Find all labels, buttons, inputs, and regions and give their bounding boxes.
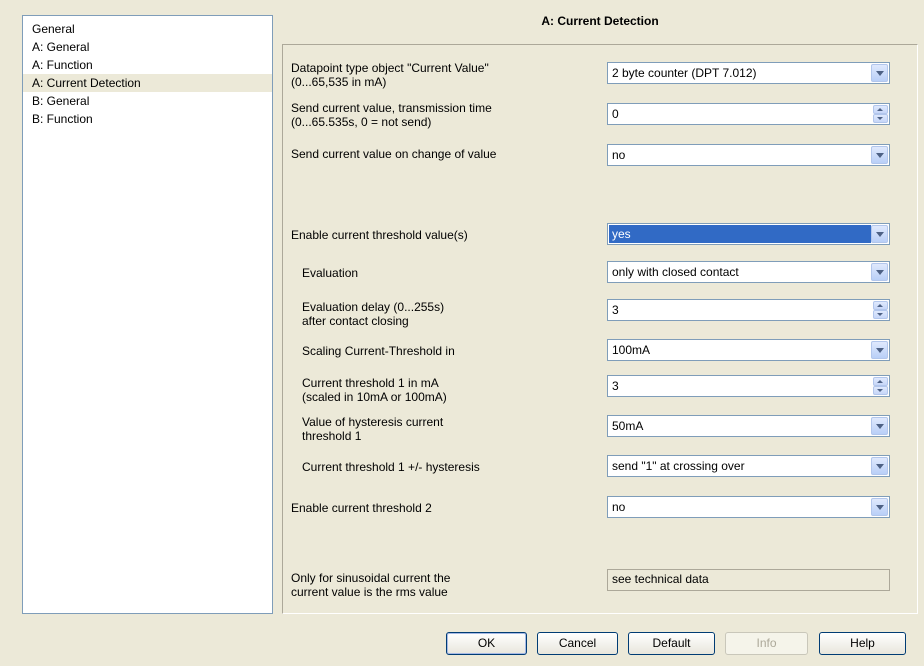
param-label: Only for sinusoidal current the [291,571,451,585]
spin-down-icon[interactable] [873,386,888,395]
chevron-down-icon[interactable] [871,225,888,243]
spin-up-icon[interactable] [873,301,888,310]
send-on-change-dropdown[interactable]: no [607,144,890,166]
scaling-dropdown[interactable]: 100mA [607,339,890,361]
dropdown-value: send "1" at crossing over [612,459,745,473]
param-label: Datapoint type object "Current Value" [291,61,489,75]
param-label: Scaling Current-Threshold in [302,344,455,358]
threshold-1-hysteresis-dropdown[interactable]: send "1" at crossing over [607,455,890,477]
page-title: A: Current Detection [541,14,659,28]
param-label: Value of hysteresis current [302,415,444,429]
dropdown-value: yes [609,225,871,243]
dropdown-value: only with closed contact [612,265,739,279]
spinner[interactable] [873,105,888,123]
sidebar-item-a-general[interactable]: A: General [23,38,272,56]
sidebar-item-general[interactable]: General [23,20,272,38]
chevron-down-icon[interactable] [871,417,888,435]
datapoint-type-dropdown[interactable]: 2 byte counter (DPT 7.012) [607,62,890,84]
cancel-button[interactable]: Cancel [537,632,618,655]
evaluation-delay-input[interactable]: 3 [607,299,890,321]
sidebar-item-b-function[interactable]: B: Function [23,110,272,128]
param-label: Evaluation [302,266,359,280]
param-label-range: threshold 1 [302,429,362,443]
input-value: 3 [612,303,619,317]
dropdown-value: no [612,500,626,514]
param-label: Current threshold 1 in mA [302,376,439,390]
chevron-down-icon[interactable] [871,146,888,164]
hysteresis-dropdown[interactable]: 50mA [607,415,890,437]
readonly-value: see technical data [612,572,709,586]
ok-button[interactable]: OK [446,632,527,655]
threshold-1-input[interactable]: 3 [607,375,890,397]
param-label: Current threshold 1 +/- hysteresis [302,460,480,474]
param-label: Send current value on change of value [291,147,497,161]
chevron-down-icon[interactable] [871,457,888,475]
chevron-down-icon[interactable] [871,498,888,516]
dropdown-value: 50mA [612,419,644,433]
input-value: 0 [612,107,619,121]
param-label: Enable current threshold 2 [291,501,432,515]
param-label: Evaluation delay (0...255s) [302,300,445,314]
default-button[interactable]: Default [628,632,715,655]
dropdown-value: 100mA [612,343,651,357]
help-button[interactable]: Help [819,632,906,655]
parameter-tree: General A: General A: Function A: Curren… [22,15,273,614]
param-label: Send current value, transmission time [291,101,492,115]
param-label-range: after contact closing [302,314,409,328]
spin-down-icon[interactable] [873,114,888,123]
chevron-down-icon[interactable] [871,263,888,281]
info-button: Info [725,632,808,655]
chevron-down-icon[interactable] [871,64,888,82]
param-label-range: current value is the rms value [291,585,448,599]
param-label-range: (0...65.535s, 0 = not send) [291,115,432,129]
spin-down-icon[interactable] [873,310,888,319]
input-value: 3 [612,379,619,393]
enable-threshold-2-dropdown[interactable]: no [607,496,890,518]
sidebar-item-b-general[interactable]: B: General [23,92,272,110]
transmission-time-input[interactable]: 0 [607,103,890,125]
param-label-range: (scaled in 10mA or 100mA) [302,390,447,404]
param-label: Enable current threshold value(s) [291,228,468,242]
evaluation-dropdown[interactable]: only with closed contact [607,261,890,283]
spin-up-icon[interactable] [873,105,888,114]
spinner[interactable] [873,377,888,395]
dropdown-value: no [612,148,626,162]
spin-up-icon[interactable] [873,377,888,386]
spinner[interactable] [873,301,888,319]
chevron-down-icon[interactable] [871,341,888,359]
parameter-panel: Datapoint type object "Current Value" (0… [282,44,918,614]
sidebar-item-a-current-detection[interactable]: A: Current Detection [23,74,272,92]
sidebar-item-a-function[interactable]: A: Function [23,56,272,74]
param-label-range: (0...65,535 in mA) [291,75,387,89]
enable-threshold-dropdown[interactable]: yes [607,223,890,245]
dropdown-value: 2 byte counter (DPT 7.012) [612,66,757,80]
sinusoidal-readonly-field: see technical data [607,569,890,591]
